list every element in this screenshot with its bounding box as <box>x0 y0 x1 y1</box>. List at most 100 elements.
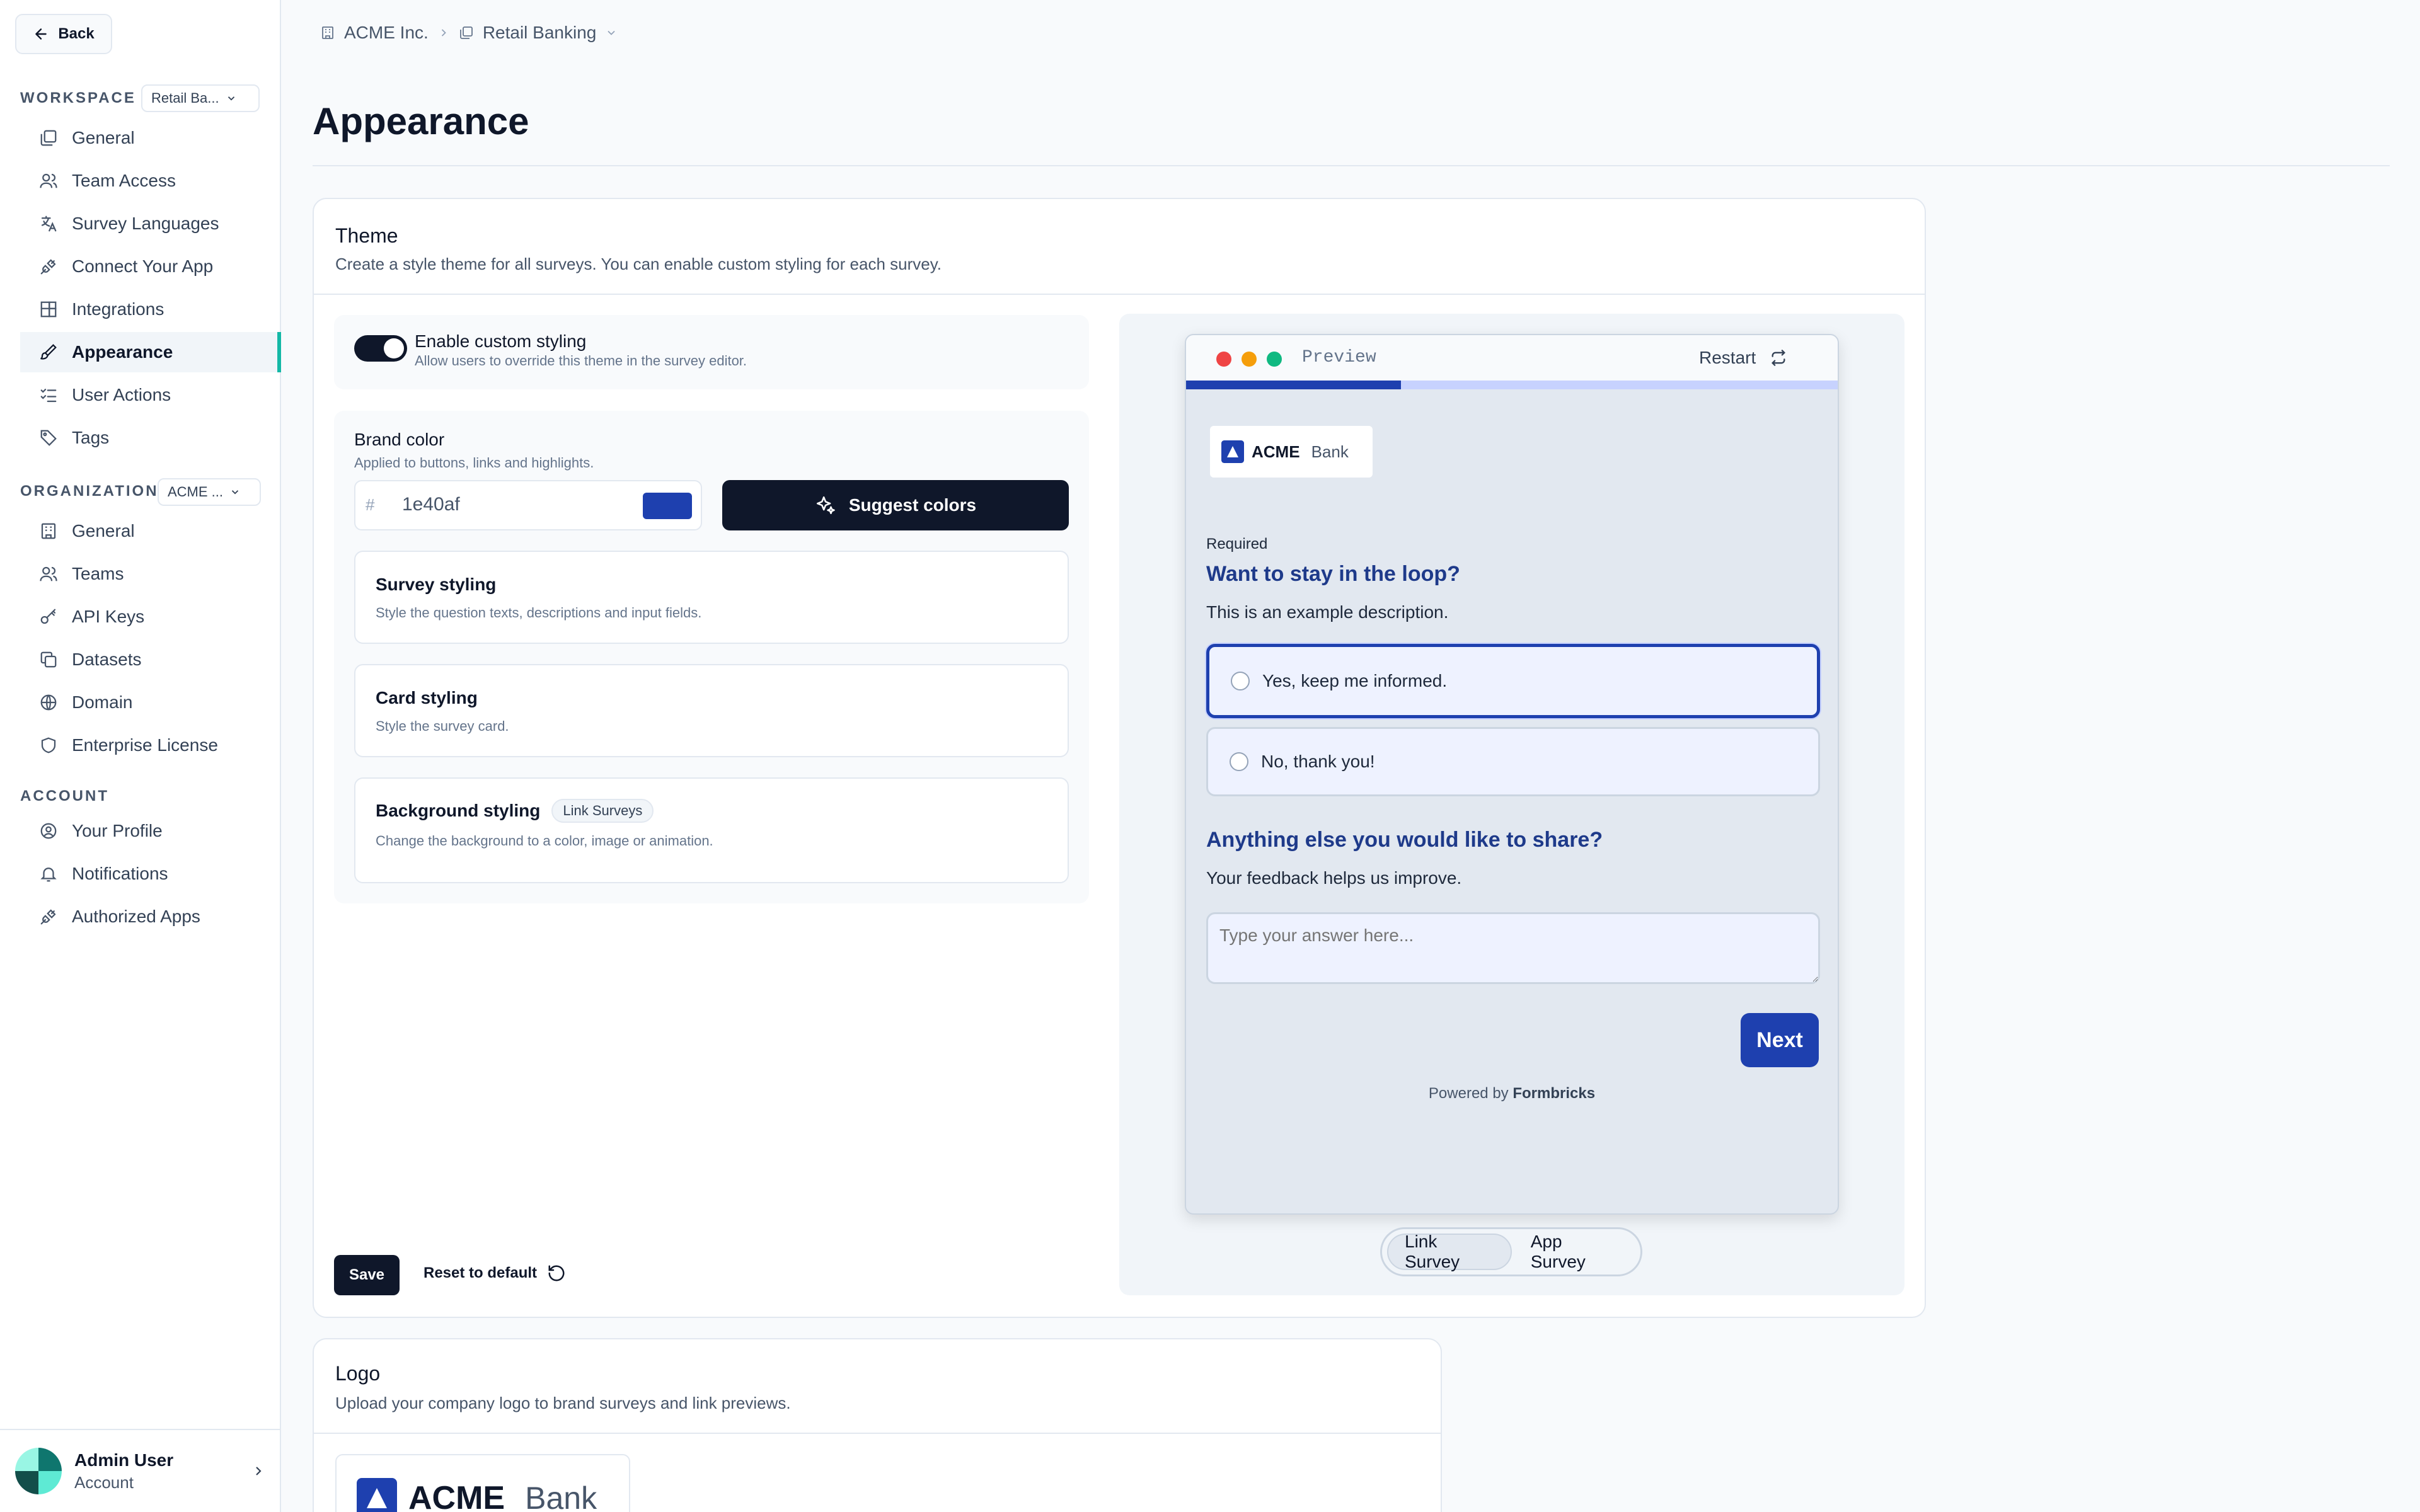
sidebar-item-general[interactable]: General <box>20 118 281 158</box>
chevron-down-icon <box>228 96 234 101</box>
background-styling-description: Change the background to a color, image … <box>376 833 713 849</box>
close-dot <box>1216 352 1231 367</box>
sidebar-item-domain[interactable]: Domain <box>20 682 281 723</box>
sidebar-item-your-profile[interactable]: Your Profile <box>20 811 281 851</box>
sidebar-item-authorized-apps[interactable]: Authorized Apps <box>20 896 281 937</box>
custom-styling-toggle[interactable] <box>354 335 407 362</box>
preview-label: Preview <box>1302 348 1376 367</box>
chevron-right-icon <box>441 29 446 37</box>
acme-logo-icon <box>1221 440 1244 463</box>
restart-button[interactable]: Restart <box>1699 344 1787 372</box>
copy-icon <box>40 651 57 668</box>
user-sub: Account <box>74 1472 134 1492</box>
logo-title: Logo <box>335 1362 381 1385</box>
chevron-right-icon <box>256 1467 262 1475</box>
arrow-left-icon <box>35 28 47 40</box>
powered-brand[interactable]: Formbricks <box>1512 1085 1595 1102</box>
back-button[interactable]: Back <box>15 14 112 54</box>
tab-link-survey[interactable]: Link Survey <box>1387 1232 1512 1271</box>
next-button[interactable]: Next <box>1741 1013 1819 1067</box>
logo-section-brand: ACME <box>408 1480 505 1512</box>
powered-prefix: Powered by <box>1428 1085 1509 1102</box>
sidebar-item-label: Tags <box>72 428 110 447</box>
question-1-description: This is an example description. <box>1206 602 1449 622</box>
custom-styling-panel <box>334 315 1089 389</box>
sidebar-item-user-actions[interactable]: User Actions <box>20 375 281 415</box>
window-icon <box>40 130 57 146</box>
radio-option-label: Yes, keep me informed. <box>1262 671 1448 690</box>
survey-styling-section[interactable]: Survey styling Style the question texts,… <box>354 551 1069 644</box>
toggle-title: Enable custom styling <box>415 331 587 351</box>
sidebar-item-label: Survey Languages <box>72 214 219 233</box>
logo-card: Logo Upload your company logo to brand s… <box>313 1338 1442 1512</box>
sidebar-item-team-access[interactable]: Team Access <box>20 161 281 201</box>
sidebar-item-label: Enterprise License <box>72 735 218 755</box>
building-icon <box>322 26 333 39</box>
sidebar: Back WORKSPACE Retail Ba... General Team… <box>0 0 281 1512</box>
preview-titlebar: Preview Restart <box>1186 335 1838 381</box>
sidebar-item-api-keys[interactable]: API Keys <box>20 597 281 637</box>
sidebar-item-label: General <box>72 128 135 147</box>
brand-color-swatch[interactable] <box>643 493 692 519</box>
back-label: Back <box>58 25 95 42</box>
sidebar-item-integrations[interactable]: Integrations <box>20 289 281 329</box>
workspace-select-value: Retail Ba... <box>151 90 219 106</box>
sidebar-item-teams[interactable]: Teams <box>20 554 281 594</box>
refresh-icon <box>1772 350 1786 366</box>
sidebar-item-tags[interactable]: Tags <box>20 418 281 458</box>
radio-option-yes[interactable]: Yes, keep me informed. <box>1206 644 1820 718</box>
tab-app-survey[interactable]: App Survey <box>1514 1232 1635 1271</box>
sidebar-item-label: API Keys <box>72 607 145 626</box>
card-styling-description: Style the survey card. <box>376 718 509 734</box>
sidebar-item-label: Appearance <box>72 342 173 362</box>
sidebar-item-label: Connect Your App <box>72 256 214 276</box>
radio-option-no[interactable]: No, thank you! <box>1206 727 1820 796</box>
rotate-ccw-icon <box>548 1265 565 1281</box>
sidebar-item-label: Authorized Apps <box>72 907 200 926</box>
sidebar-item-datasets[interactable]: Datasets <box>20 639 281 680</box>
sidebar-item-enterprise-license[interactable]: Enterprise License <box>20 725 281 765</box>
sidebar-item-survey-languages[interactable]: Survey Languages <box>20 203 281 244</box>
sidebar-item-label: General <box>72 521 135 541</box>
suggest-colors-button[interactable]: Suggest colors <box>722 480 1069 530</box>
user-info: Admin User Account <box>74 1450 238 1492</box>
breadcrumb: ACME Inc. Retail Banking <box>320 23 618 43</box>
sidebar-item-notifications[interactable]: Notifications <box>20 854 281 894</box>
workspace-select[interactable]: Retail Ba... <box>141 84 260 112</box>
sidebar-item-connect-your-app[interactable]: Connect Your App <box>20 246 281 287</box>
user-account-menu[interactable]: Admin User Account <box>0 1429 281 1512</box>
breadcrumb-workspace[interactable]: Retail Banking <box>483 23 597 43</box>
brand-color-description: Applied to buttons, links and highlights… <box>354 455 594 471</box>
survey-type-toggle: Link Survey App Survey <box>1380 1227 1642 1276</box>
chevron-down-icon <box>608 30 616 35</box>
card-styling-section[interactable]: Card styling Style the survey card. <box>354 664 1069 757</box>
breadcrumb-org[interactable]: ACME Inc. <box>344 23 429 43</box>
brand-color-input[interactable]: # 1e40af <box>354 480 702 530</box>
organization-select[interactable]: ACME ... <box>158 478 261 506</box>
bell-icon <box>40 868 57 882</box>
answer-textarea[interactable] <box>1206 912 1820 984</box>
progress-track <box>1186 381 1838 389</box>
sidebar-item-org-general[interactable]: General <box>20 511 281 551</box>
reset-to-default-button[interactable]: Reset to default <box>424 1264 566 1283</box>
preview-window: Preview Restart ACME Bank Required Want … <box>1185 334 1839 1215</box>
card-styling-title: Card styling <box>376 688 478 707</box>
logo-upload-preview[interactable]: ACME Bank <box>335 1454 630 1512</box>
sidebar-item-label: User Actions <box>72 385 171 404</box>
radio-option-label: No, thank you! <box>1261 752 1375 771</box>
survey-styling-title: Survey styling <box>376 575 497 594</box>
sidebar-item-appearance[interactable]: Appearance <box>20 332 281 372</box>
background-styling-section[interactable]: Background styling Link Surveys Change t… <box>354 777 1069 883</box>
building-icon <box>41 523 56 539</box>
shield-icon <box>41 737 56 753</box>
sidebar-item-label: Team Access <box>72 171 176 190</box>
background-styling-header: Background styling Link Surveys <box>376 799 1047 823</box>
chevron-down-icon <box>231 490 239 495</box>
user-name: Admin User <box>74 1450 174 1470</box>
radio-circle <box>1230 752 1248 771</box>
users-icon <box>40 566 57 581</box>
link-surveys-badge: Link Surveys <box>551 799 654 823</box>
question-1-title: Want to stay in the loop? <box>1206 562 1460 586</box>
save-button[interactable]: Save <box>334 1255 400 1295</box>
background-styling-title: Background styling <box>376 801 541 820</box>
